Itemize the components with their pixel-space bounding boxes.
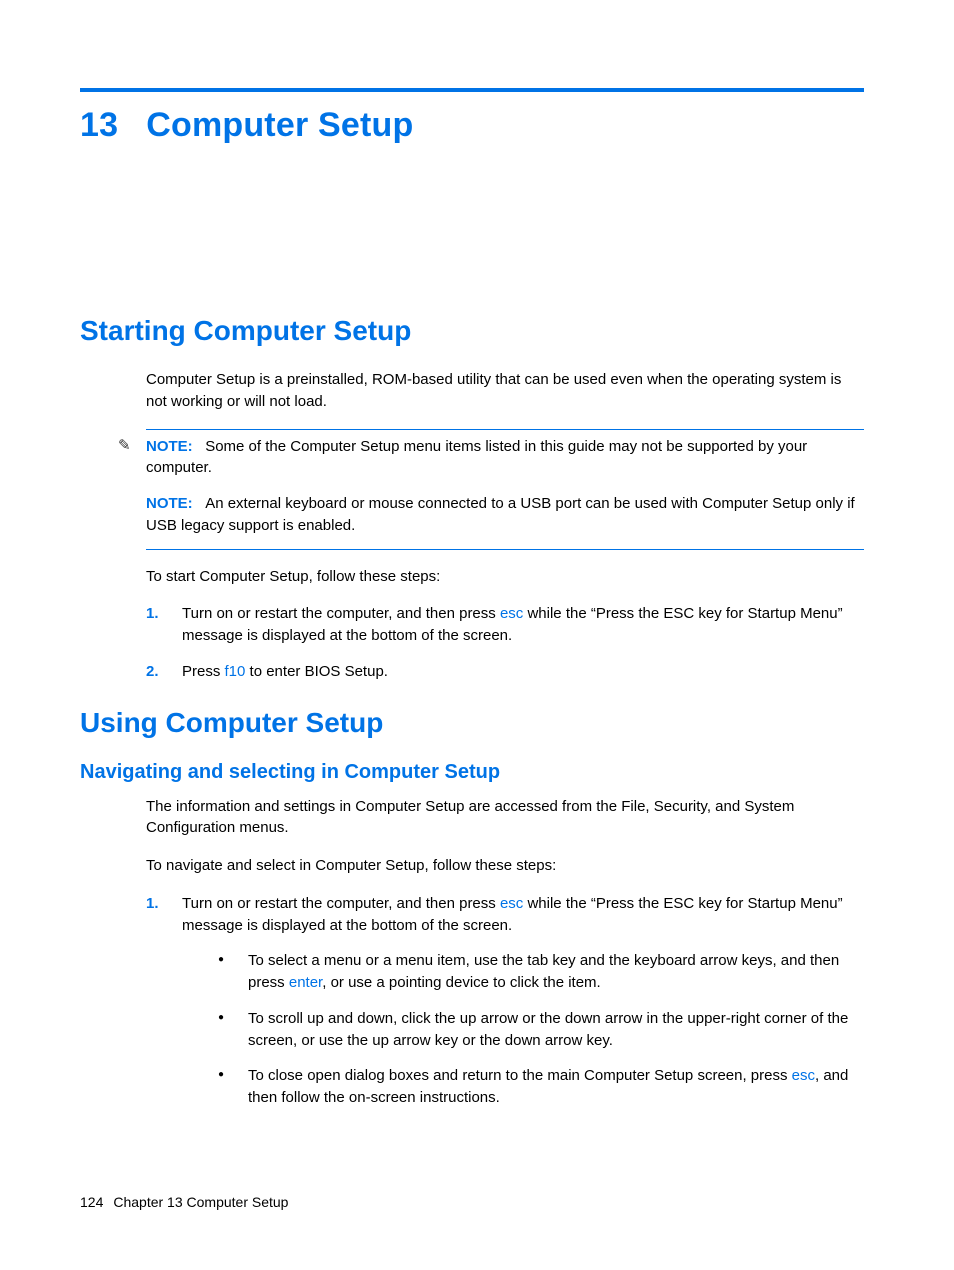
key-esc: esc <box>500 605 523 622</box>
note-icon: ✎ <box>118 436 131 454</box>
top-rule <box>80 88 864 92</box>
section1-intro: Computer Setup is a preinstalled, ROM-ba… <box>146 369 864 413</box>
note-label: NOTE: <box>146 495 193 512</box>
step-number: 1. <box>146 893 159 915</box>
section2-intro: The information and settings in Computer… <box>146 796 864 840</box>
chapter-title: 13 Computer Setup <box>80 106 864 145</box>
bullet-text-post: , or use a pointing device to click the … <box>322 974 600 991</box>
section2-leadin: To navigate and select in Computer Setup… <box>146 855 864 877</box>
note-text: An external keyboard or mouse connected … <box>146 495 855 534</box>
spacer <box>80 145 864 315</box>
step-number: 1. <box>146 603 159 625</box>
step-text-pre: Turn on or restart the computer, and the… <box>182 895 500 912</box>
note-text: Some of the Computer Setup menu items li… <box>146 438 807 477</box>
step-2: 2. Press f10 to enter BIOS Setup. <box>146 661 864 683</box>
note-label: NOTE: <box>146 438 193 455</box>
bullet-1: To select a menu or a menu item, use the… <box>218 950 864 994</box>
note-2: NOTE: An external keyboard or mouse conn… <box>146 493 864 537</box>
section1-steps: 1. Turn on or restart the computer, and … <box>146 603 864 682</box>
key-esc: esc <box>792 1067 815 1084</box>
section2-body: The information and settings in Computer… <box>146 796 864 877</box>
note-1: NOTE: Some of the Computer Setup menu it… <box>146 436 864 480</box>
page-footer: 124 Chapter 13 Computer Setup <box>80 1194 288 1210</box>
note-box: ✎ NOTE: Some of the Computer Setup menu … <box>146 429 864 550</box>
step-1: 1. Turn on or restart the computer, and … <box>146 603 864 647</box>
step-text-pre: Turn on or restart the computer, and the… <box>182 605 500 622</box>
section-heading-using: Using Computer Setup <box>80 707 864 739</box>
key-esc: esc <box>500 895 523 912</box>
chapter-number: 13 <box>80 106 118 145</box>
section1-body: Computer Setup is a preinstalled, ROM-ba… <box>146 369 864 587</box>
section-heading-starting: Starting Computer Setup <box>80 315 864 347</box>
bullet-text-pre: To close open dialog boxes and return to… <box>248 1067 792 1084</box>
section1-leadin: To start Computer Setup, follow these st… <box>146 566 864 588</box>
footer-label: Chapter 13 Computer Setup <box>113 1194 288 1210</box>
page-number: 124 <box>80 1194 103 1210</box>
page: 13 Computer Setup Starting Computer Setup… <box>0 0 954 1270</box>
step-1: 1. Turn on or restart the computer, and … <box>146 893 864 1109</box>
bullet-list: To select a menu or a menu item, use the… <box>218 950 864 1109</box>
step-text-pre: Press <box>182 663 225 680</box>
section2-steps: 1. Turn on or restart the computer, and … <box>146 893 864 1109</box>
step-text-post: to enter BIOS Setup. <box>245 663 388 680</box>
key-f10: f10 <box>225 663 246 680</box>
key-enter: enter <box>289 974 322 991</box>
chapter-name: Computer Setup <box>146 106 413 144</box>
subsection-heading-navigating: Navigating and selecting in Computer Set… <box>80 761 864 784</box>
step-number: 2. <box>146 661 159 683</box>
bullet-3: To close open dialog boxes and return to… <box>218 1065 864 1109</box>
bullet-2: To scroll up and down, click the up arro… <box>218 1008 864 1052</box>
